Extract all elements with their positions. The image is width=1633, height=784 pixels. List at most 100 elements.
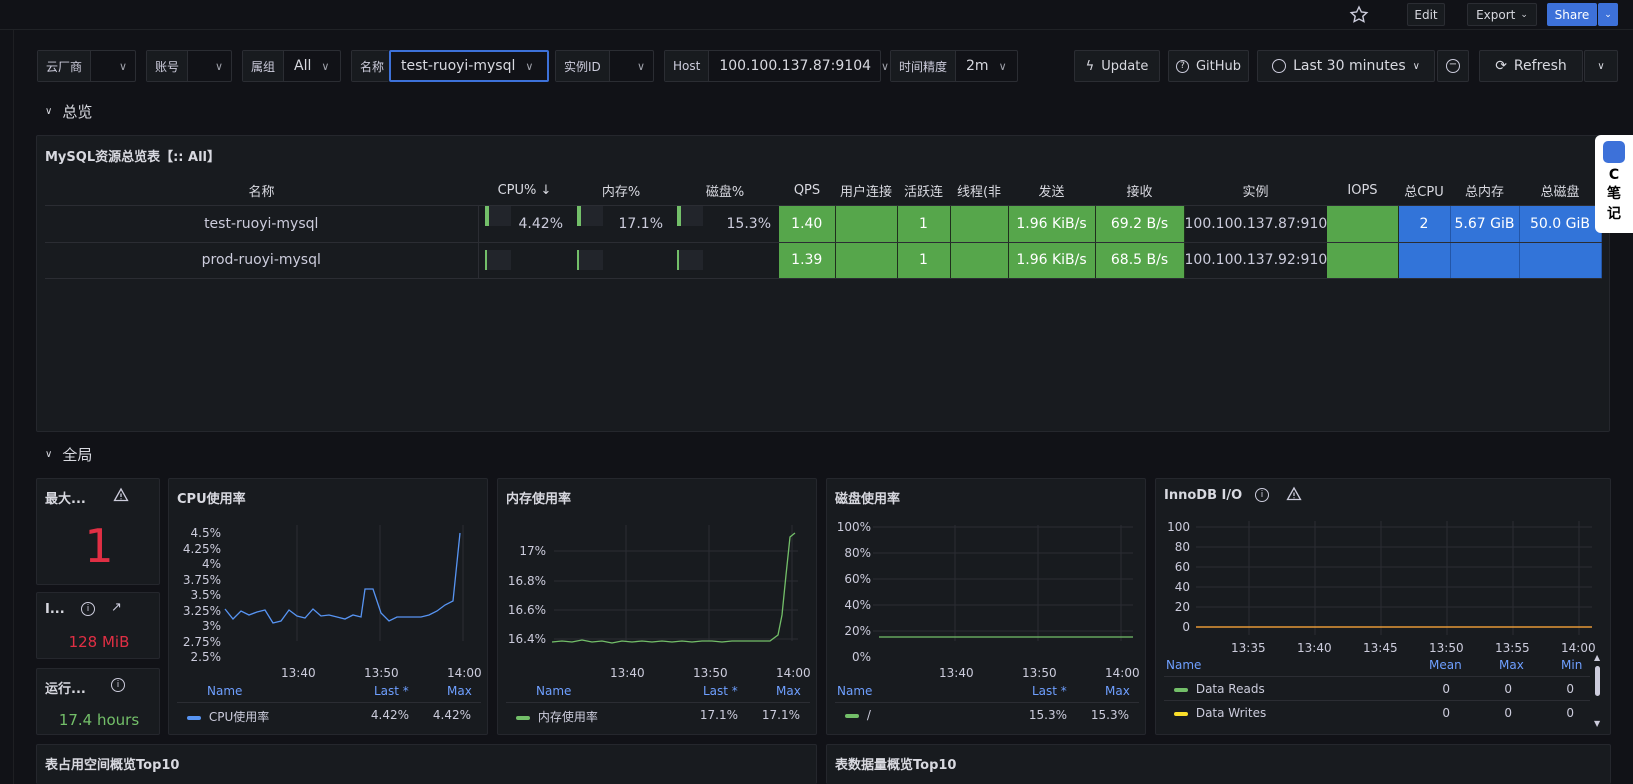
col-header[interactable]: CPU% ↓ [478, 176, 571, 206]
col-header[interactable]: 活跃连 [897, 176, 950, 206]
var-precision[interactable]: 时间精度 2m ∨ [890, 50, 1018, 82]
var-account[interactable]: 账号 ∨ [146, 50, 232, 82]
info-icon[interactable]: i [81, 602, 95, 616]
warning-icon[interactable] [1286, 486, 1302, 506]
table-row[interactable]: test-ruoyi-mysql 4.42% 17.1% 15.3% 1.40 … [45, 205, 1602, 243]
col-header[interactable]: 总磁盘 [1519, 176, 1601, 206]
note-widget[interactable]: C 笔 记 [1595, 135, 1633, 233]
cpu-gauge [484, 205, 511, 226]
table-space-top10-panel: 表占用空间概览Top10 [36, 744, 817, 784]
legend-swatch [1174, 687, 1188, 692]
cell-recv: 69.2 B/s [1095, 205, 1185, 243]
legend-header-last[interactable]: Last * [1032, 684, 1067, 698]
legend-row[interactable]: Data Reads 0 0 0 [1174, 682, 1584, 696]
legend-header-max[interactable]: Max [776, 684, 801, 698]
table-rows-top10-panel: 表数据量概览Top10 [826, 744, 1611, 784]
chevron-down-icon: ∨ [1412, 60, 1420, 72]
var-label: 属组 [243, 51, 285, 81]
legend-header-last[interactable]: Last * [703, 684, 738, 698]
gauge-fill [484, 250, 487, 270]
cell-send: 1.96 KiB/s [1008, 205, 1096, 243]
col-header[interactable]: 总CPU [1398, 176, 1450, 206]
var-value: 100.100.137.87:9104 [719, 58, 872, 74]
col-header[interactable]: 发送 [1008, 176, 1095, 206]
gauge-fill [577, 205, 581, 226]
x-tick-label: 13:50 [364, 666, 399, 680]
col-header[interactable]: 接收 [1095, 176, 1184, 206]
var-name[interactable]: test-ruoyi-mysql ∨ [389, 50, 549, 82]
var-group[interactable]: 属组 All ∨ [242, 50, 341, 82]
section-title: 全局 [62, 446, 93, 464]
legend-header-max[interactable]: Max [1105, 684, 1130, 698]
y-tick-label: 3% [202, 619, 221, 633]
mem-usage-panel: 内存使用率 17% 16.8% 16.6% 16.4% 13:40 13:50 … [497, 478, 817, 735]
legend-max: 17.1% [761, 708, 800, 722]
legend-header-max[interactable]: Max [1499, 658, 1524, 672]
update-button[interactable]: ϟ Update [1074, 50, 1160, 82]
mem-gauge [577, 205, 603, 226]
github-button[interactable]: ? GitHub [1168, 50, 1249, 82]
share-button[interactable]: Share [1547, 3, 1597, 26]
cell-active-conn: 1 [897, 242, 951, 279]
legend-row[interactable]: Data Writes 0 0 0 [1174, 706, 1584, 720]
panel-title: 最大... [45, 492, 86, 507]
panel-title: MySQL资源总览表【:: All】 [45, 150, 221, 165]
col-header[interactable]: 名称 [45, 176, 478, 206]
star-icon[interactable] [1349, 5, 1369, 25]
y-tick-label: 4% [202, 557, 221, 571]
cell-qps: 1.40 [779, 205, 836, 243]
col-header[interactable]: 内存% [571, 176, 671, 206]
legend-scrollbar[interactable]: ▲ ▼ [1594, 654, 1602, 730]
note-label-1: 笔 [1607, 186, 1621, 202]
legend-last: 15.3% [1028, 708, 1067, 722]
col-header[interactable]: 磁盘% [671, 176, 779, 206]
warning-icon[interactable] [113, 487, 129, 507]
var-instance-id[interactable]: 实例ID ∨ [555, 50, 654, 82]
col-header[interactable]: 线程(非 [950, 176, 1008, 206]
edit-button[interactable]: Edit [1407, 3, 1445, 26]
legend-series-name: Data Writes [1195, 706, 1267, 720]
zoom-out-button[interactable]: − [1437, 50, 1469, 82]
refresh-button[interactable]: ⟳ Refresh [1479, 50, 1583, 82]
external-link-icon[interactable]: ↗ [111, 600, 122, 615]
time-range-picker[interactable]: Last 30 minutes ∨ [1257, 50, 1435, 82]
note-label-c: C [1608, 167, 1620, 183]
legend-header-mean[interactable]: Mean [1429, 658, 1462, 672]
refresh-interval-button[interactable]: ∨ [1584, 50, 1618, 82]
legend-row[interactable]: / 15.3% 15.3% [845, 708, 1139, 722]
x-tick-label: 14:00 [1105, 666, 1140, 680]
info-icon[interactable]: i [1255, 488, 1269, 502]
legend-header-min[interactable]: Min [1561, 658, 1582, 672]
overview-panel: MySQL资源总览表【:: All】 名称 CPU% ↓ 内存% 磁盘% QPS… [36, 135, 1610, 432]
col-header[interactable]: 用户连接 [835, 176, 897, 206]
legend-header-name: Name [837, 684, 873, 698]
legend-max: 0 [1504, 682, 1512, 696]
chevron-down-icon: ∨ [881, 59, 890, 73]
section-overview[interactable]: ∨ 总览 [45, 101, 92, 122]
cpu-value: 4.42% [518, 215, 563, 232]
section-global[interactable]: ∨ 全局 [45, 444, 92, 465]
y-tick-label: 3.5% [191, 588, 222, 602]
legend-max: 4.42% [432, 708, 471, 722]
cell-instance: 100.100.137.92:9104 [1184, 242, 1327, 279]
chevron-down-icon: ∨ [998, 59, 1007, 73]
var-value: All [294, 58, 312, 74]
col-header[interactable]: 实例 [1184, 176, 1327, 206]
var-cloud[interactable]: 云厂商 ∨ [37, 50, 136, 82]
x-tick-label: 13:50 [1022, 666, 1057, 680]
legend-header-max[interactable]: Max [447, 684, 472, 698]
export-button[interactable]: Export ⌄ [1467, 3, 1537, 26]
table-row[interactable]: prod-ruoyi-mysql 1.39 1 1.96 KiB/s 68.5 … [45, 242, 1602, 279]
mem-series-line [551, 532, 796, 644]
col-header[interactable]: QPS [779, 176, 835, 206]
share-menu-button[interactable]: ⌄ [1598, 3, 1618, 26]
legend-row[interactable]: 内存使用率 17.1% 17.1% [516, 708, 810, 725]
info-icon[interactable]: i [111, 678, 125, 692]
var-host[interactable]: Host 100.100.137.87:9104 ∨ [664, 50, 889, 82]
x-tick-label: 13:55 [1495, 641, 1530, 655]
legend-row[interactable]: CPU使用率 4.42% 4.42% [187, 708, 481, 725]
scroll-thumb[interactable] [1595, 666, 1600, 696]
col-header[interactable]: 总内存 [1450, 176, 1519, 206]
legend-header-last[interactable]: Last * [374, 684, 409, 698]
col-header[interactable]: IOPS [1327, 176, 1398, 206]
